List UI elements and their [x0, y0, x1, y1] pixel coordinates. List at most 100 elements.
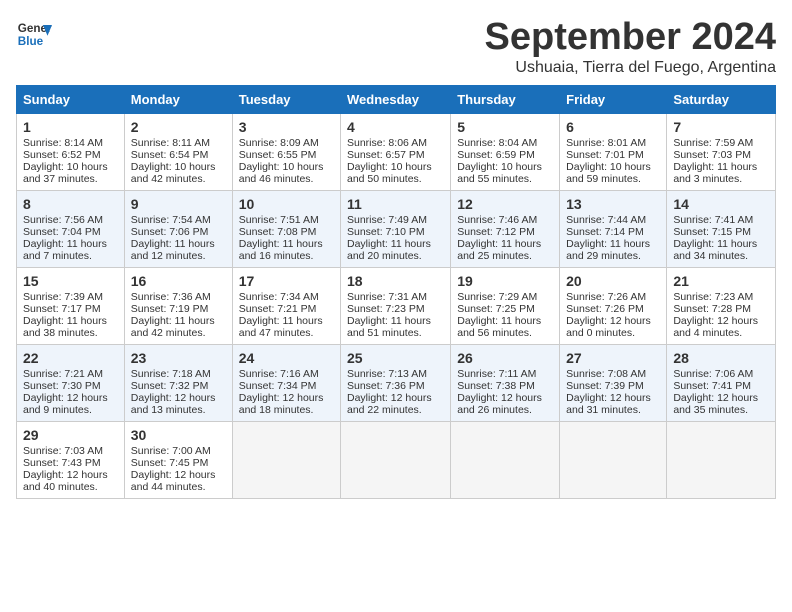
- daylight: Daylight: 11 hours and 7 minutes.: [23, 238, 107, 262]
- day-number: 11: [347, 196, 444, 212]
- calendar-cell: 29Sunrise: 7:03 AMSunset: 7:43 PMDayligh…: [17, 422, 125, 499]
- sunset: Sunset: 7:08 PM: [239, 226, 317, 238]
- day-number: 19: [457, 273, 553, 289]
- sunset: Sunset: 7:32 PM: [131, 380, 209, 392]
- calendar-cell: [451, 422, 560, 499]
- sunrise: Sunrise: 7:56 AM: [23, 214, 103, 226]
- calendar-cell: [560, 422, 667, 499]
- calendar-cell: 9Sunrise: 7:54 AMSunset: 7:06 PMDaylight…: [124, 191, 232, 268]
- sunset: Sunset: 6:52 PM: [23, 149, 101, 161]
- calendar-cell: [341, 422, 451, 499]
- calendar-cell: 11Sunrise: 7:49 AMSunset: 7:10 PMDayligh…: [341, 191, 451, 268]
- col-saturday: Saturday: [667, 86, 776, 114]
- calendar-cell: 23 Sunrise: 7:18 AMSunset: 7:32 PMDayligh…: [124, 345, 232, 422]
- logo: General Blue: [16, 16, 52, 52]
- daylight: Daylight: 11 hours and 3 minutes.: [673, 161, 757, 185]
- day-number: 4: [347, 119, 444, 135]
- calendar-cell: 15Sunrise: 7:39 AMSunset: 7:17 PMDayligh…: [17, 268, 125, 345]
- sunrise: Sunrise: 8:06 AM: [347, 137, 427, 149]
- day-number: 3: [239, 119, 334, 135]
- day-number: 21: [673, 273, 769, 289]
- location: Ushuaia, Tierra del Fuego, Argentina: [485, 59, 777, 77]
- daylight: Daylight: 10 hours and 46 minutes.: [239, 161, 324, 185]
- col-tuesday: Tuesday: [232, 86, 340, 114]
- sunrise: Sunrise: 7:59 AM: [673, 137, 753, 149]
- sunset: Sunset: 7:23 PM: [347, 303, 425, 315]
- daylight: Daylight: 11 hours and 56 minutes.: [457, 315, 541, 339]
- calendar-cell: 27Sunrise: 7:08 AMSunset: 7:39 PMDayligh…: [560, 345, 667, 422]
- sunrise: Sunrise: 7:06 AM: [673, 368, 753, 380]
- daylight: Daylight: 11 hours and 47 minutes.: [239, 315, 323, 339]
- calendar-cell: 19Sunrise: 7:29 AMSunset: 7:25 PMDayligh…: [451, 268, 560, 345]
- col-thursday: Thursday: [451, 86, 560, 114]
- sunset: Sunset: 6:57 PM: [347, 149, 425, 161]
- day-number: 18: [347, 273, 444, 289]
- calendar-cell: 14Sunrise: 7:41 AMSunset: 7:15 PMDayligh…: [667, 191, 776, 268]
- day-number: 7: [673, 119, 769, 135]
- sunset: Sunset: 7:19 PM: [131, 303, 209, 315]
- sunset: Sunset: 7:06 PM: [131, 226, 209, 238]
- sunset: Sunset: 7:14 PM: [566, 226, 644, 238]
- sunrise: Sunrise: 7:16 AM: [239, 368, 319, 380]
- sunset: Sunset: 6:59 PM: [457, 149, 535, 161]
- sunset: Sunset: 7:36 PM: [347, 380, 425, 392]
- sunrise: Sunrise: 7:18 AM: [131, 368, 211, 380]
- month-title: September 2024: [485, 16, 777, 59]
- calendar-cell: 28Sunrise: 7:06 AMSunset: 7:41 PMDayligh…: [667, 345, 776, 422]
- sunset: Sunset: 7:39 PM: [566, 380, 644, 392]
- calendar-cell: 8Sunrise: 7:56 AMSunset: 7:04 PMDaylight…: [17, 191, 125, 268]
- sunset: Sunset: 7:30 PM: [23, 380, 101, 392]
- sunrise: Sunrise: 7:00 AM: [131, 445, 211, 457]
- calendar-week-4: 22Sunrise: 7:21 AMSunset: 7:30 PMDayligh…: [17, 345, 776, 422]
- sunset: Sunset: 7:38 PM: [457, 380, 535, 392]
- sunrise: Sunrise: 7:29 AM: [457, 291, 537, 303]
- sunrise: Sunrise: 7:13 AM: [347, 368, 427, 380]
- sunrise: Sunrise: 7:21 AM: [23, 368, 103, 380]
- calendar-cell: 10Sunrise: 7:51 AMSunset: 7:08 PMDayligh…: [232, 191, 340, 268]
- calendar-cell: 30Sunrise: 7:00 AMSunset: 7:45 PMDayligh…: [124, 422, 232, 499]
- calendar-cell: 5Sunrise: 8:04 AMSunset: 6:59 PMDaylight…: [451, 114, 560, 191]
- sunset: Sunset: 7:34 PM: [239, 380, 317, 392]
- calendar-table: Sunday Monday Tuesday Wednesday Thursday…: [16, 85, 776, 499]
- day-number: 30: [131, 427, 226, 443]
- col-sunday: Sunday: [17, 86, 125, 114]
- day-number: 12: [457, 196, 553, 212]
- col-friday: Friday: [560, 86, 667, 114]
- calendar-cell: 7Sunrise: 7:59 AMSunset: 7:03 PMDaylight…: [667, 114, 776, 191]
- sunrise: Sunrise: 8:09 AM: [239, 137, 319, 149]
- sunrise: Sunrise: 7:54 AM: [131, 214, 211, 226]
- calendar-cell: 2Sunrise: 8:11 AMSunset: 6:54 PMDaylight…: [124, 114, 232, 191]
- sunset: Sunset: 7:12 PM: [457, 226, 535, 238]
- sunrise: Sunrise: 7:36 AM: [131, 291, 211, 303]
- daylight: Daylight: 12 hours and 0 minutes.: [566, 315, 651, 339]
- calendar-cell: 16Sunrise: 7:36 AMSunset: 7:19 PMDayligh…: [124, 268, 232, 345]
- daylight: Daylight: 12 hours and 13 minutes.: [131, 392, 216, 416]
- sunset: Sunset: 7:10 PM: [347, 226, 425, 238]
- sunset: Sunset: 7:28 PM: [673, 303, 751, 315]
- daylight: Daylight: 12 hours and 18 minutes.: [239, 392, 324, 416]
- day-number: 5: [457, 119, 553, 135]
- day-number: 25: [347, 350, 444, 366]
- daylight: Daylight: 10 hours and 59 minutes.: [566, 161, 651, 185]
- daylight: Daylight: 10 hours and 37 minutes.: [23, 161, 108, 185]
- day-number: 23: [131, 350, 226, 366]
- daylight: Daylight: 12 hours and 35 minutes.: [673, 392, 758, 416]
- calendar-week-1: 1Sunrise: 8:14 AMSunset: 6:52 PMDaylight…: [17, 114, 776, 191]
- daylight: Daylight: 12 hours and 4 minutes.: [673, 315, 758, 339]
- calendar-cell: 26Sunrise: 7:11 AMSunset: 7:38 PMDayligh…: [451, 345, 560, 422]
- calendar-cell: [232, 422, 340, 499]
- sunset: Sunset: 7:15 PM: [673, 226, 751, 238]
- sunrise: Sunrise: 7:44 AM: [566, 214, 646, 226]
- day-number: 28: [673, 350, 769, 366]
- daylight: Daylight: 11 hours and 25 minutes.: [457, 238, 541, 262]
- daylight: Daylight: 11 hours and 51 minutes.: [347, 315, 431, 339]
- day-number: 2: [131, 119, 226, 135]
- day-number: 26: [457, 350, 553, 366]
- daylight: Daylight: 12 hours and 40 minutes.: [23, 469, 108, 493]
- sunrise: Sunrise: 7:49 AM: [347, 214, 427, 226]
- col-wednesday: Wednesday: [341, 86, 451, 114]
- sunrise: Sunrise: 7:08 AM: [566, 368, 646, 380]
- sunrise: Sunrise: 8:11 AM: [131, 137, 210, 149]
- calendar-cell: 18Sunrise: 7:31 AMSunset: 7:23 PMDayligh…: [341, 268, 451, 345]
- svg-text:Blue: Blue: [18, 35, 44, 48]
